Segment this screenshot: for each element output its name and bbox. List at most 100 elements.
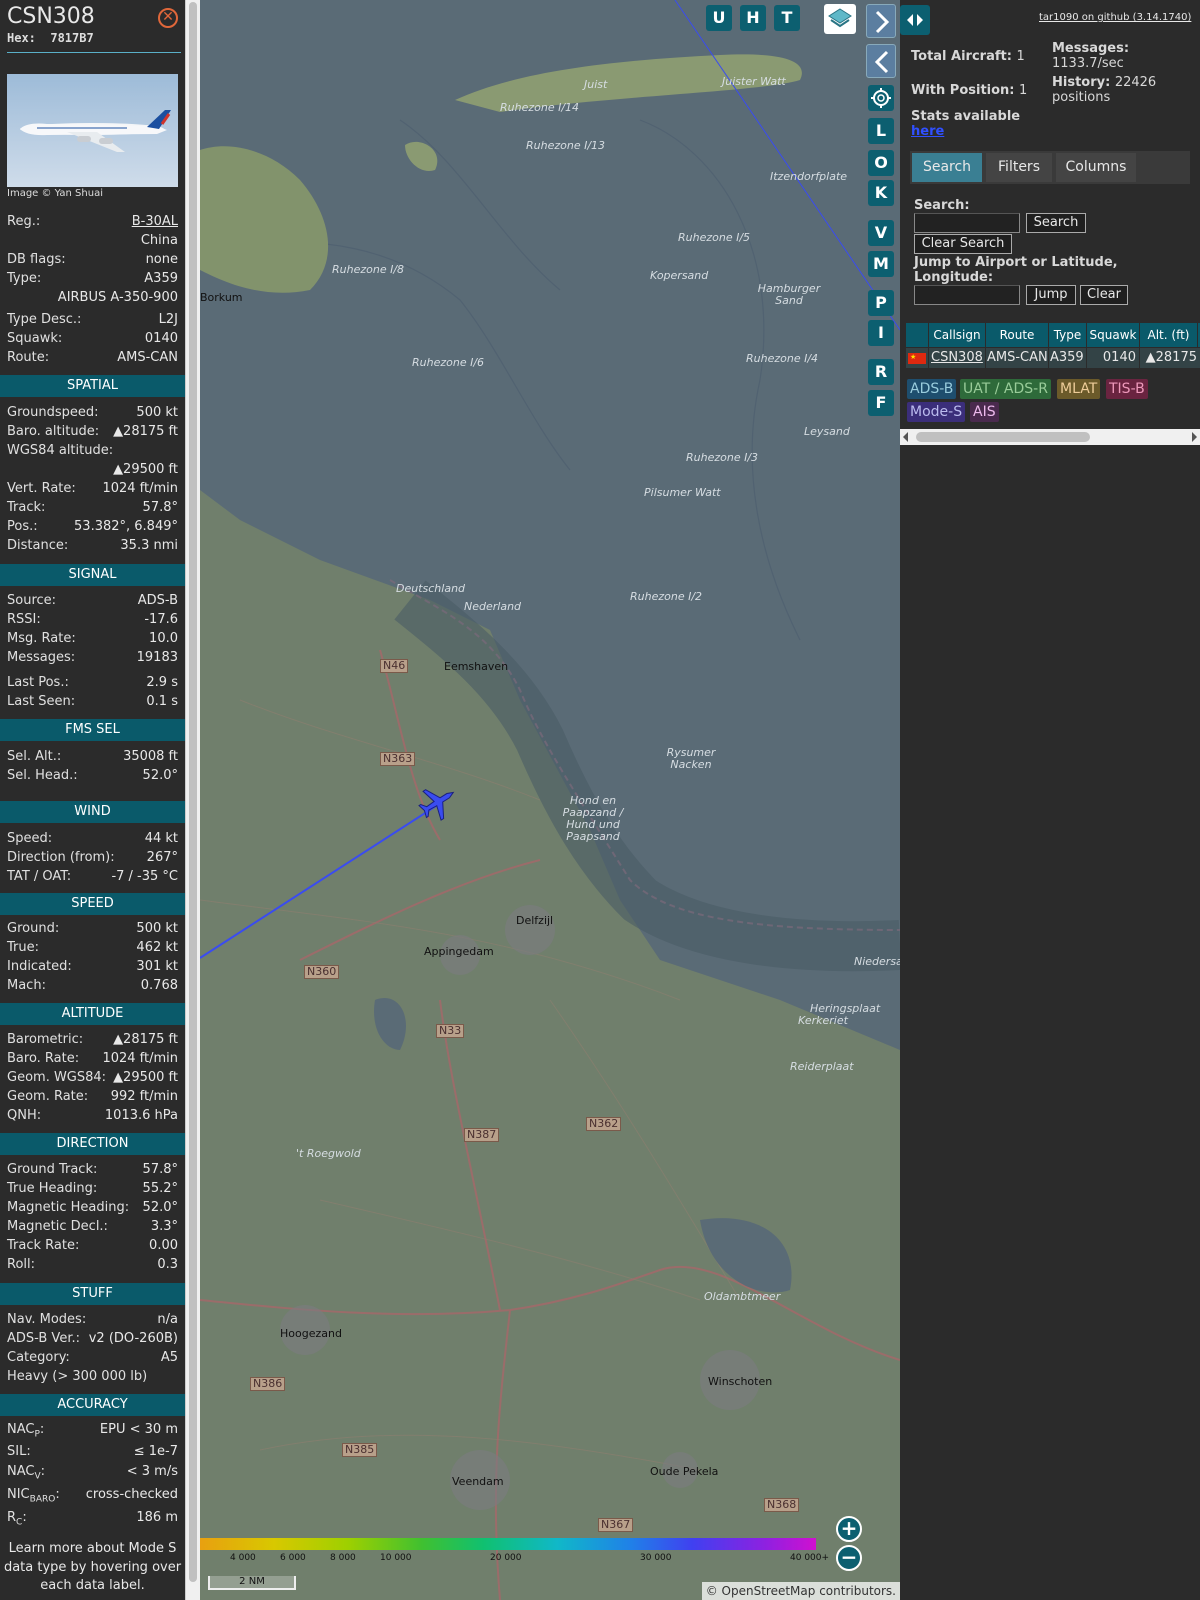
detail-row: Distance: 35.3 nmi: [7, 537, 178, 555]
zoom-out-button[interactable]: −: [836, 1545, 862, 1571]
map-label: Ruhezone I/5: [678, 231, 751, 244]
map-button-t[interactable]: T: [774, 5, 800, 31]
table-header-type[interactable]: Type: [1049, 323, 1086, 347]
detail-value: A5: [160, 1350, 178, 1365]
table-horizontal-scrollbar[interactable]: [900, 429, 1200, 445]
detail-row: QNH: 1013.6 hPa: [7, 1107, 178, 1125]
map-button-o[interactable]: O: [868, 150, 894, 176]
detail-value: 35008 ft: [123, 749, 178, 764]
map-button-m[interactable]: M: [868, 251, 894, 277]
scroll-left-arrow-icon[interactable]: [903, 432, 908, 442]
detail-label: Squawk:: [7, 331, 63, 346]
detail-row: Reg.: B-30AL: [7, 213, 178, 231]
search-button[interactable]: Search: [1026, 213, 1086, 233]
scroll-thumb[interactable]: [189, 2, 197, 1582]
search-input[interactable]: [914, 213, 1020, 233]
detail-row: DB flags: none: [7, 251, 178, 269]
total-aircraft: Total Aircraft: 1: [911, 49, 1025, 64]
resize-arrows-icon[interactable]: [900, 5, 930, 35]
scale-bar: 2 NM: [208, 1576, 296, 1590]
stats-available: Stats available here: [911, 109, 1021, 139]
section-header-direction[interactable]: DIRECTION: [0, 1133, 185, 1155]
jump-button[interactable]: Jump: [1026, 285, 1076, 305]
clear-button[interactable]: Clear: [1080, 285, 1128, 305]
aircraft-info-panel: CSN308 ✕ Hex: 7817B7 Image © Yan Shuai R…: [0, 0, 185, 1600]
version-link[interactable]: tar1090 on github (3.14.1740): [1039, 12, 1191, 23]
zoom-in-button[interactable]: +: [836, 1516, 862, 1542]
section-header-speed[interactable]: SPEED: [0, 893, 185, 915]
section-header-fms-sel[interactable]: FMS SEL: [0, 719, 185, 741]
table-header-altitude[interactable]: Alt. (ft): [1140, 323, 1197, 347]
detail-row: NACV: < 3 m/s: [7, 1463, 178, 1482]
map-button-l[interactable]: L: [868, 118, 894, 144]
left-panel-scrollbar[interactable]: [185, 0, 200, 1600]
detail-label: Baro. Rate:: [7, 1051, 80, 1066]
tab-search[interactable]: Search: [912, 153, 982, 182]
map-button-h[interactable]: H: [740, 5, 766, 31]
stats-link[interactable]: here: [911, 124, 944, 139]
map-button-r[interactable]: R: [868, 359, 894, 385]
detail-row: Messages: 19183: [7, 649, 178, 667]
map-button-i[interactable]: I: [868, 320, 894, 346]
section-header-altitude[interactable]: ALTITUDE: [0, 1003, 185, 1025]
section-header-signal[interactable]: SIGNAL: [0, 564, 185, 586]
detail-value: 301 kt: [136, 959, 178, 974]
detail-value: -17.6: [144, 612, 178, 627]
aircraft-photo[interactable]: [7, 74, 178, 187]
map-button-p[interactable]: P: [868, 290, 894, 316]
detail-row: Mach: 0.768: [7, 977, 178, 995]
table-header-flag[interactable]: [906, 323, 928, 347]
map-button-v[interactable]: V: [868, 220, 894, 246]
settings-gear-icon[interactable]: [868, 85, 894, 111]
aircraft-icon[interactable]: [418, 782, 458, 822]
detail-row: Indicated: 301 kt: [7, 958, 178, 976]
detail-row: Vert. Rate: 1024 ft/min: [7, 480, 178, 498]
map-area[interactable]: Juist Juister Watt Ruhezone I/14 Ruhezone I…: [200, 0, 900, 1600]
image-credit: Image © Yan Shuai: [7, 188, 103, 199]
detail-row: Nav. Modes: n/a: [7, 1311, 178, 1329]
detail-value: v2 (DO-260B): [88, 1331, 178, 1346]
osm-link[interactable]: OpenStreetMap: [722, 1584, 816, 1598]
collapse-panel-icon[interactable]: [866, 44, 896, 78]
registration-link[interactable]: B-30AL: [132, 213, 178, 231]
section-header-wind[interactable]: WIND: [0, 801, 185, 823]
map-label: Eemshaven: [444, 660, 509, 673]
scroll-thumb[interactable]: [916, 432, 1090, 442]
scroll-right-arrow-icon[interactable]: [1192, 432, 1197, 442]
detail-row: Barometric: ▲28175 ft: [7, 1031, 178, 1049]
section-header-stuff[interactable]: STUFF: [0, 1283, 185, 1305]
tab-filters[interactable]: Filters: [986, 153, 1052, 182]
map-button-u[interactable]: U: [706, 5, 732, 31]
map-label: 't Roegwold: [296, 1147, 361, 1160]
tab-columns[interactable]: Columns: [1056, 153, 1136, 182]
map-label: N367: [598, 1518, 634, 1532]
table-header-callsign[interactable]: Callsign: [929, 323, 985, 347]
jump-input[interactable]: [914, 285, 1020, 305]
table-header-route[interactable]: Route: [986, 323, 1048, 347]
detail-label: Vert. Rate:: [7, 481, 76, 496]
detail-label: True:: [7, 940, 39, 955]
map-label: Delfzijl: [516, 914, 554, 927]
section-header-spatial[interactable]: SPATIAL: [0, 375, 185, 397]
detail-value: 53.382°, 6.849°: [74, 519, 178, 534]
detail-label: Speed:: [7, 831, 53, 846]
map-button-k[interactable]: K: [868, 180, 894, 206]
map-label: Borkum: [200, 291, 243, 304]
table-header-squawk[interactable]: Squawk: [1087, 323, 1139, 347]
detail-row: Route: AMS-CAN: [7, 349, 178, 367]
detail-row: Last Seen: 0.1 s: [7, 693, 178, 711]
map-button-f[interactable]: F: [868, 390, 894, 416]
row-callsign[interactable]: CSN308: [929, 348, 985, 368]
detail-row: Magnetic Heading: 52.0°: [7, 1199, 178, 1217]
expand-panel-icon[interactable]: [866, 4, 896, 38]
detail-label: Magnetic Heading:: [7, 1200, 130, 1215]
close-icon[interactable]: ✕: [158, 8, 178, 28]
altitude-tick-label: 8 000: [330, 1553, 356, 1563]
layers-icon[interactable]: [824, 4, 856, 34]
clear-search-button[interactable]: Clear Search: [914, 234, 1012, 254]
detail-row: Geom. Rate: 992 ft/min: [7, 1088, 178, 1106]
detail-value: 19183: [136, 650, 178, 665]
section-header-accuracy[interactable]: ACCURACY: [0, 1394, 185, 1416]
detail-value: 267°: [146, 850, 178, 865]
map-label: N363: [380, 752, 416, 766]
